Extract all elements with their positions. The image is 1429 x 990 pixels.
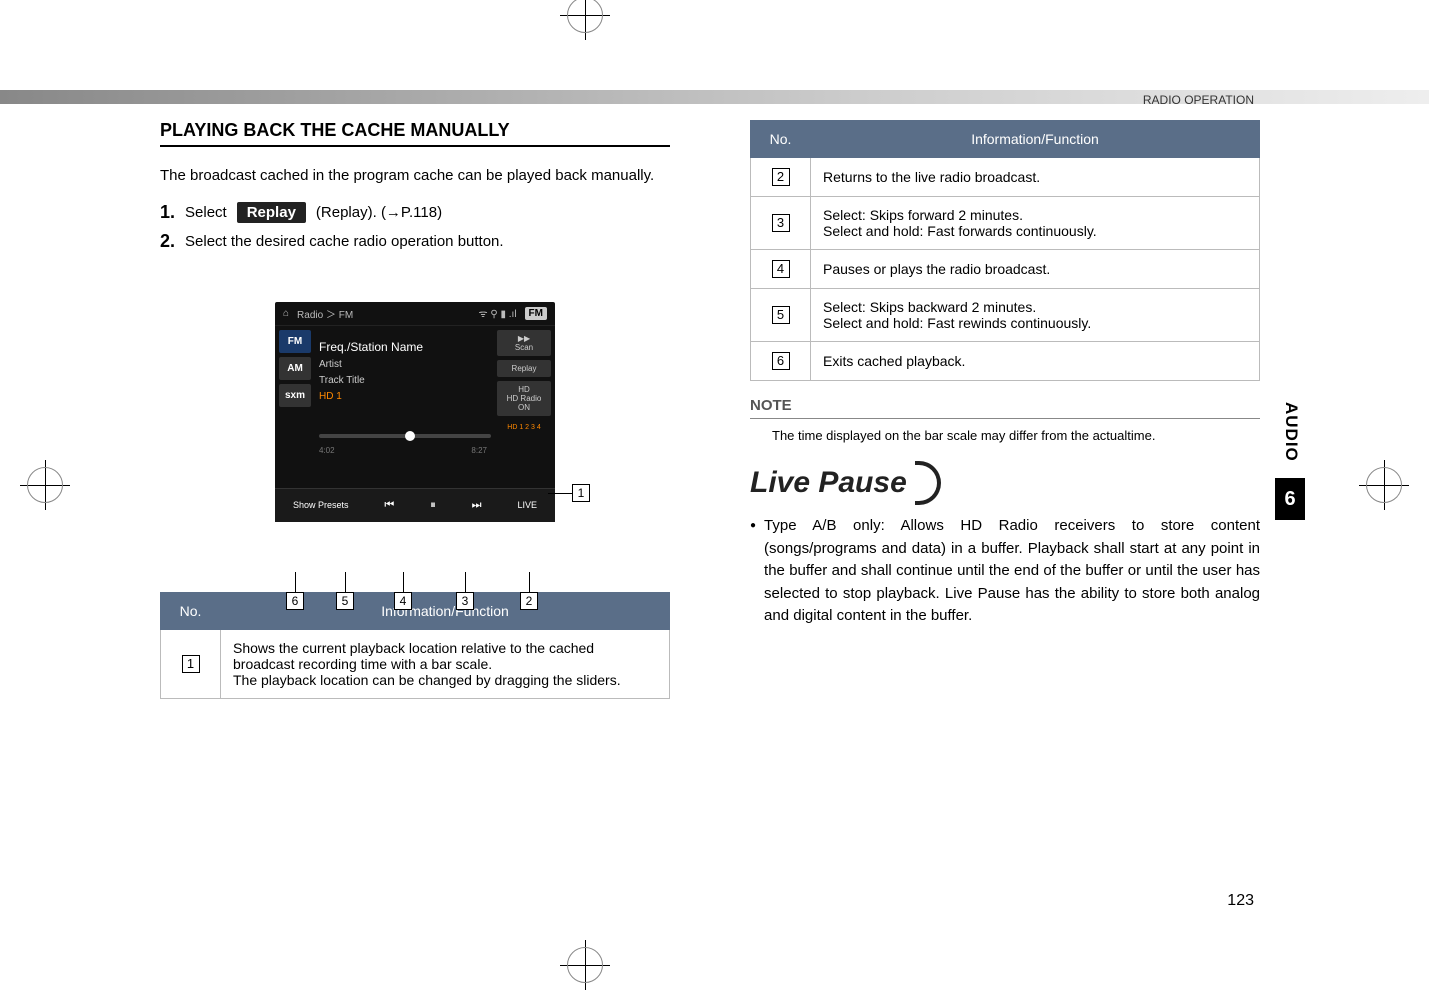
- rownum-1: 1: [182, 655, 200, 673]
- left-column: PLAYING BACK THE CACHE MANUALLY The broa…: [160, 120, 670, 699]
- leader-1: [548, 493, 572, 494]
- crop-mark-bottom: [560, 940, 610, 990]
- row3-line1: Select: Skips forward 2 minutes.: [823, 207, 1247, 223]
- page-number: 123: [1227, 892, 1254, 910]
- leader-2: [529, 572, 530, 592]
- status-icons: ᯤ ⚲ ▮ .ıl: [478, 306, 516, 320]
- rownum-2: 2: [772, 168, 790, 186]
- step-2-text: Select the desired cache radio operation…: [185, 233, 504, 250]
- artist-label: Artist: [319, 357, 423, 373]
- crop-mark-top: [560, 0, 610, 40]
- callout-1: 1: [572, 484, 590, 502]
- table-row-4: 4 Pauses or plays the radio broadcast.: [751, 250, 1260, 289]
- row5-line2: Select and hold: Fast rewinds continuous…: [823, 315, 1247, 331]
- table-row-2: 2 Returns to the live radio broadcast.: [751, 158, 1260, 197]
- screenshot-topbar: ⌂ Radio ＞ FM ᯤ ⚲ ▮ .ıl FM: [275, 302, 555, 326]
- right-table: No. Information/Function 2 Returns to th…: [750, 120, 1260, 381]
- table-header-row: No. Information/Function: [161, 592, 670, 629]
- hd-list: HD 1 2 3 4: [497, 420, 551, 435]
- right-buttons: ▶▶Scan Replay HDHD Radio ON HD 1 2 3 4: [497, 330, 551, 435]
- callout-5: 5: [336, 592, 354, 610]
- hd-label: HD 1: [319, 389, 423, 405]
- prev-button: ⏮: [378, 495, 400, 516]
- row4-text: Pauses or plays the radio broadcast.: [811, 250, 1260, 289]
- table-row-5: 5 Select: Skips backward 2 minutes. Sele…: [751, 289, 1260, 342]
- band-am: AM: [279, 357, 311, 380]
- rownum-6: 6: [772, 352, 790, 370]
- timebar-knob: [405, 431, 415, 441]
- hdradio-button: HDHD Radio ON: [497, 381, 551, 416]
- step-2: 2. Select the desired cache radio operat…: [160, 231, 670, 252]
- note-title: NOTE: [750, 397, 1260, 419]
- live-button: LIVE: [511, 496, 543, 514]
- band-sxm: sxm: [279, 384, 311, 407]
- bullet-text: Type A/B only: Allows HD Radio receivers…: [750, 515, 1260, 628]
- rownum-4: 4: [772, 260, 790, 278]
- bullet-body: Type A/B only: Allows HD Radio receivers…: [764, 515, 1260, 628]
- pause-button: ⏸: [424, 495, 442, 516]
- station-name: Freq./Station Name: [319, 338, 423, 357]
- leader-6: [295, 572, 296, 592]
- row2-text: Returns to the live radio broadcast.: [811, 158, 1260, 197]
- side-tab-label: AUDIO: [1281, 402, 1301, 462]
- th-info: Information/Function: [811, 121, 1260, 158]
- crop-mark-left: [20, 460, 70, 510]
- th-no: No.: [751, 121, 811, 158]
- show-presets-button: Show Presets: [287, 496, 355, 514]
- callout-4: 4: [394, 592, 412, 610]
- page-content: PLAYING BACK THE CACHE MANUALLY The broa…: [160, 120, 1260, 699]
- scan-button: ▶▶Scan: [497, 330, 551, 356]
- table-row-6: 6 Exits cached playback.: [751, 342, 1260, 381]
- time-start: 4:02: [319, 446, 335, 455]
- timebar: [319, 434, 491, 438]
- crop-mark-right: [1359, 460, 1409, 510]
- step-1-number: 1.: [160, 202, 175, 223]
- callout-3: 3: [456, 592, 474, 610]
- top-fm-badge: FM: [525, 307, 547, 320]
- home-icon: ⌂: [283, 308, 289, 319]
- playback-controls: Show Presets ⏮ ⏸ ⏭ LIVE: [275, 488, 555, 522]
- right-column: No. Information/Function 2 Returns to th…: [750, 120, 1260, 699]
- side-tab-chapter: 6: [1275, 478, 1305, 520]
- station-info: Freq./Station Name Artist Track Title HD…: [319, 338, 423, 405]
- step-2-number: 2.: [160, 231, 175, 252]
- next-button: ⏭: [466, 495, 488, 516]
- replay-side-button: Replay: [497, 360, 551, 377]
- callout-2: 2: [520, 592, 538, 610]
- intro-text: The broadcast cached in the program cach…: [160, 165, 670, 188]
- note-text: The time displayed on the bar scale may …: [750, 427, 1260, 445]
- row1-text: Shows the current playback location rela…: [221, 629, 670, 698]
- step-1-suffix: (Replay). (→P.118): [316, 204, 442, 221]
- step-1-prefix: Select: [185, 204, 227, 221]
- live-pause-logo: Live Pause: [750, 461, 1260, 505]
- live-pause-text: Live Pause: [750, 466, 915, 500]
- table-header-row: No. Information/Function: [751, 121, 1260, 158]
- leader-5: [345, 572, 346, 592]
- breadcrumb: Radio ＞ FM: [297, 306, 353, 321]
- header-section-label: RADIO OPERATION: [1143, 93, 1254, 107]
- band-fm: FM: [279, 330, 311, 353]
- rownum-3: 3: [772, 214, 790, 232]
- row6-text: Exits cached playback.: [811, 342, 1260, 381]
- leader-4: [403, 572, 404, 592]
- screenshot-wrapper: ⌂ Radio ＞ FM ᯤ ⚲ ▮ .ıl FM FM AM sxm Freq…: [160, 302, 670, 522]
- row3-line2: Select and hold: Fast forwards continuou…: [823, 223, 1247, 239]
- live-pause-arc-icon: [915, 461, 941, 505]
- left-table: No. Information/Function 1 Shows the cur…: [160, 592, 670, 699]
- step-1: 1. Select Replay (Replay). (→P.118): [160, 202, 670, 223]
- band-list: FM AM sxm: [279, 330, 311, 407]
- leader-3: [465, 572, 466, 592]
- replay-button-graphic: Replay: [237, 202, 306, 223]
- track-label: Track Title: [319, 373, 423, 389]
- time-end: 8:27: [471, 446, 487, 455]
- radio-screenshot: ⌂ Radio ＞ FM ᯤ ⚲ ▮ .ıl FM FM AM sxm Freq…: [275, 302, 555, 522]
- section-title: PLAYING BACK THE CACHE MANUALLY: [160, 120, 670, 147]
- callout-6: 6: [286, 592, 304, 610]
- table-row-1: 1 Shows the current playback location re…: [161, 629, 670, 698]
- th-no: No.: [161, 592, 221, 629]
- rownum-5: 5: [772, 306, 790, 324]
- row5-line1: Select: Skips backward 2 minutes.: [823, 299, 1247, 315]
- table-row-3: 3 Select: Skips forward 2 minutes. Selec…: [751, 197, 1260, 250]
